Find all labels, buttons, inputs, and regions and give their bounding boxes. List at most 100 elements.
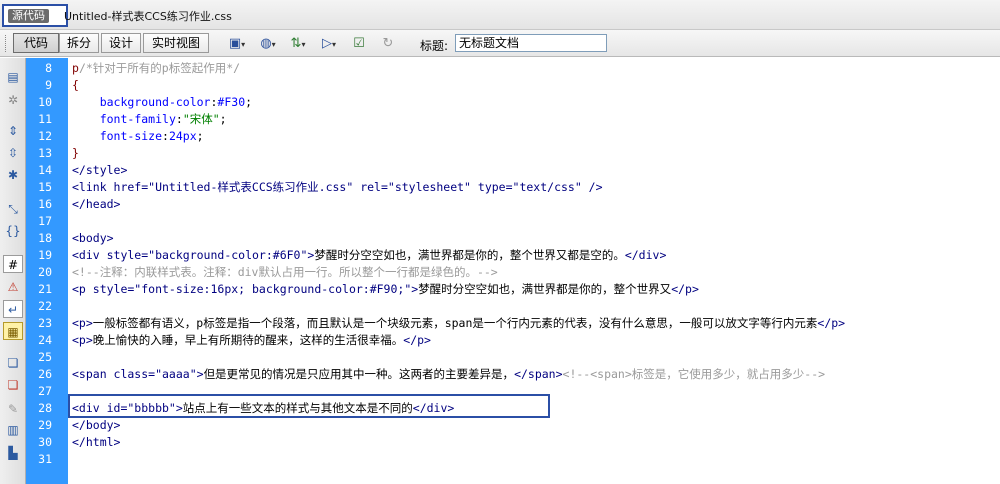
code-token: <!--<span>标签是，它使用多少，就占用多少--> [562, 367, 826, 381]
show-code-navigator-icon[interactable]: ✲ [3, 91, 23, 109]
code-token: 梦醒时分空空如也，满世界都是你的，整个世界又都是空的。 [314, 248, 625, 262]
browser-preview-icon[interactable]: ◍▾ [257, 34, 279, 53]
source-code-label: 源代码 [8, 9, 49, 23]
code-line[interactable]: <!--注释：内联样式表。注释：div默认占用一行。所以整个一行都是绿色的。--… [72, 264, 498, 281]
code-line[interactable]: </html> [72, 434, 120, 451]
line-number: 12 [38, 129, 52, 143]
syntax-coloring-icon[interactable]: ▦ [3, 322, 23, 340]
remove-comment-icon[interactable]: ❏ [3, 376, 23, 394]
code-token: /*针对于所有的p标签起作用*/ [78, 61, 241, 75]
code-line[interactable]: { [72, 77, 79, 94]
title-label: 标题: [420, 39, 449, 53]
code-line[interactable]: background-color:#F30; [72, 94, 252, 111]
line-number: 26 [38, 367, 52, 381]
word-wrap-icon[interactable]: ↵ [3, 300, 23, 318]
line-number: 8 [45, 61, 52, 75]
select-parent-tag-icon[interactable]: ⤡ [3, 200, 23, 218]
code-line[interactable]: <p>晚上愉快的入睡，早上有所期待的醒来，这样的生活很幸福。</p> [72, 332, 431, 349]
code-line[interactable]: font-size:24px; [72, 128, 204, 145]
code-token: </html> [72, 435, 121, 449]
code-line[interactable]: <div style="background-color:#6F0">梦醒时分空… [72, 247, 666, 264]
code-token: <!--注释：内联样式表。注释：div默认占用一行。所以整个一行都是绿色的。--… [72, 265, 498, 279]
line-number: 28 [38, 401, 52, 415]
code-token: ; [245, 95, 253, 109]
collapse-selection-icon[interactable]: ⇳ [3, 144, 23, 162]
code-line[interactable]: </style> [72, 162, 127, 179]
code-line[interactable]: <span class="aaaa">但是更常见的情况是只应用其中一种。这两者的… [72, 366, 825, 383]
code-line[interactable]: p/*针对于所有的p标签起作用*/ [72, 60, 240, 77]
code-token: p [72, 61, 79, 75]
visual-aids-icon[interactable]: ▷▾ [318, 34, 340, 53]
source-code-tab[interactable]: 源代码 [2, 4, 68, 27]
line-number: 16 [38, 197, 52, 211]
open-documents-icon[interactable]: ▤ [3, 68, 23, 86]
code-token: ; [219, 112, 227, 126]
code-view-button[interactable]: 代码 [13, 33, 59, 53]
code-line[interactable]: </body> [72, 417, 120, 434]
code-token: </p> [817, 316, 846, 330]
highlight-invalid-code-icon[interactable]: ⚠ [3, 278, 23, 296]
toolbar-grip[interactable] [5, 35, 8, 52]
line-number: 30 [38, 435, 52, 449]
code-token: </body> [72, 418, 121, 432]
line-number: 17 [38, 214, 52, 228]
line-number: 15 [38, 180, 52, 194]
code-line[interactable]: </head> [72, 196, 120, 213]
document-toolbar: 代码 拆分 设计 实时视图 ▣▾ ◍▾ ⇅▾ ▷▾ ☑ ↻ 标题: 无标题文档 [0, 30, 1000, 57]
line-number: 11 [38, 112, 52, 126]
validate-icon[interactable]: ☑ [348, 34, 370, 53]
code-token: </p> [403, 333, 431, 347]
split-view-button[interactable]: 拆分 [59, 33, 99, 53]
recent-snippets-icon[interactable]: ▥ [3, 421, 23, 439]
highlight-annotation-box [68, 394, 550, 418]
code-line[interactable]: <p>一般标签都有语义，p标签是指一个段落，而且默认是一个块级元素，span是一… [72, 315, 845, 332]
file-management-icon[interactable]: ⇅▾ [287, 34, 309, 53]
code-token: 梦醒时分空空如也，满世界都是你的，整个世界又 [418, 282, 672, 296]
code-editor[interactable]: p/*针对于所有的p标签起作用*/{ background-color:#F30… [68, 58, 1000, 484]
line-number: 9 [45, 78, 52, 92]
code-token: 24px [168, 129, 197, 143]
line-number: 19 [38, 248, 52, 262]
code-token: font-size [99, 129, 163, 143]
collapse-full-tag-icon[interactable]: ⇕ [3, 122, 23, 140]
code-line[interactable]: } [72, 145, 79, 162]
apply-comment-icon[interactable]: ❏ [3, 354, 23, 372]
multiscreen-icon[interactable]: ▣▾ [226, 34, 248, 53]
line-number: 24 [38, 333, 52, 347]
line-number: 13 [38, 146, 52, 160]
code-token: <div style="background-color:#6F0"> [72, 248, 315, 262]
code-token: #F30 [217, 95, 246, 109]
live-view-button[interactable]: 实时视图 [143, 33, 209, 53]
code-line[interactable]: <p style="font-size:16px; background-col… [72, 281, 699, 298]
code-token: : [175, 112, 183, 126]
code-line[interactable]: <link href="Untitled-样式表CCS练习作业.css" rel… [72, 179, 603, 196]
code-token: <p style="font-size:16px; background-col… [72, 282, 419, 296]
balance-braces-icon[interactable]: {} [3, 222, 23, 240]
code-token: <span class="aaaa"> [72, 367, 204, 381]
document-title-input[interactable]: 无标题文档 [455, 34, 607, 52]
line-numbers-icon[interactable]: # [3, 255, 23, 273]
design-view-button[interactable]: 设计 [101, 33, 141, 53]
code-token: : [162, 129, 169, 143]
expand-all-icon[interactable]: ✱ [3, 166, 23, 184]
code-line[interactable]: <body> [72, 230, 114, 247]
code-token: { [72, 78, 79, 92]
document-tab-bar: 源代码 Untitled-样式表CCS练习作业.css [0, 0, 1000, 30]
code-token: font-family [99, 112, 176, 126]
code-token: 但是更常见的情况是只应用其中一种。这两者的主要差异是， [203, 367, 515, 381]
line-number: 31 [38, 452, 52, 466]
code-line[interactable]: font-family:"宋体"; [72, 111, 227, 128]
refresh-icon[interactable]: ↻ [377, 34, 399, 53]
line-number: 22 [38, 299, 52, 313]
code-token: 晚上愉快的入睡，早上有所期待的醒来，这样的生活很幸福。 [92, 333, 404, 347]
line-number: 25 [38, 350, 52, 364]
move-css-icon[interactable]: ▙ [3, 444, 23, 462]
line-number-gutter: 8 9 10 11 12 13 14 15 16 17 18 19 20 21 22 23 24 25 26 27 28… [26, 58, 68, 484]
code-token: </head> [72, 197, 121, 211]
related-file-name[interactable]: Untitled-样式表CCS练习作业.css [64, 8, 232, 24]
line-number: 20 [38, 265, 52, 279]
code-token: </div> [624, 248, 667, 262]
code-token: "宋体" [182, 112, 220, 126]
wrap-tag-icon[interactable]: ✎ [3, 400, 23, 418]
